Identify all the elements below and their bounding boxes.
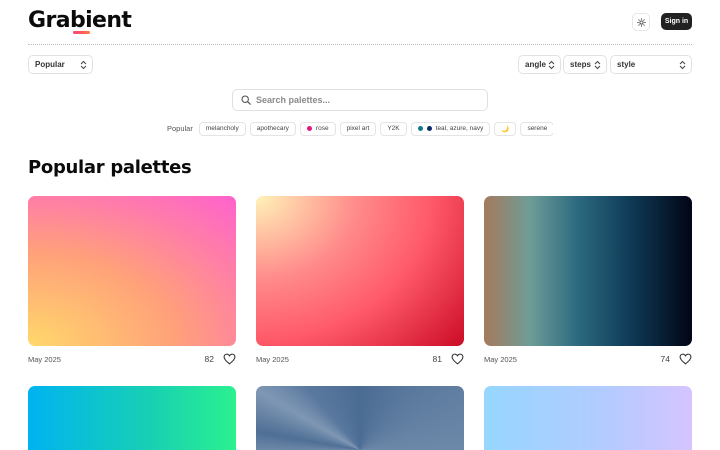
palette-gradient[interactable] xyxy=(484,386,692,450)
chevron-up-down-icon xyxy=(80,60,87,70)
palette-card[interactable] xyxy=(256,386,464,450)
tag-rose[interactable]: rose xyxy=(299,121,336,136)
sign-in-button[interactable]: Sign in xyxy=(661,13,692,30)
palette-card[interactable]: May 2025 82 xyxy=(28,196,236,367)
tag-y2k[interactable]: Y2K xyxy=(380,121,407,136)
steps-select-label: steps xyxy=(570,60,591,69)
palette-date: May 2025 xyxy=(484,355,517,364)
palette-gradient[interactable] xyxy=(484,196,692,346)
tag-serene[interactable]: serene xyxy=(520,121,553,136)
sort-select[interactable]: Popular xyxy=(28,55,93,74)
style-select-label: style xyxy=(617,60,636,69)
search-input[interactable] xyxy=(256,95,476,105)
chevron-up-down-icon xyxy=(679,60,686,70)
palette-gradient[interactable] xyxy=(256,386,464,450)
color-dot xyxy=(426,126,432,131)
palette-card[interactable]: May 2025 81 xyxy=(256,196,464,367)
top-bar: Grabient Sign in xyxy=(28,8,692,36)
logo[interactable]: Grabient xyxy=(28,8,132,33)
tag-melancholy[interactable]: melancholy xyxy=(198,121,246,136)
steps-select[interactable]: steps xyxy=(563,55,607,74)
header-divider xyxy=(28,44,692,45)
popular-tags-row: Popular melancholy apothecary rose pixel… xyxy=(167,121,553,136)
search-icon xyxy=(241,95,251,105)
like-count: 82 xyxy=(204,354,214,364)
palette-date: May 2025 xyxy=(256,355,289,364)
palette-meta: May 2025 82 xyxy=(28,353,236,367)
palette-gradient[interactable] xyxy=(28,196,236,346)
palette-date: May 2025 xyxy=(28,355,61,364)
chevron-up-down-icon xyxy=(548,60,555,70)
moon-icon: 🌙 xyxy=(501,125,510,133)
palette-gradient[interactable] xyxy=(256,196,464,346)
like-count: 74 xyxy=(660,354,670,364)
style-select[interactable]: style xyxy=(610,55,692,74)
color-dot xyxy=(417,126,423,131)
tags-label: Popular xyxy=(167,124,193,133)
tag-teal-azure-navy[interactable]: teal, azure, navy xyxy=(410,121,491,136)
color-dot xyxy=(306,126,312,131)
logo-accent-underline xyxy=(73,31,90,34)
angle-select[interactable]: angle xyxy=(518,55,561,74)
sort-select-value: Popular xyxy=(35,60,65,69)
search-box xyxy=(232,89,488,111)
like-count: 81 xyxy=(432,354,442,364)
palette-card[interactable] xyxy=(28,386,236,450)
palette-card[interactable]: May 2025 74 xyxy=(484,196,692,367)
palette-meta: May 2025 74 xyxy=(484,353,692,367)
tag-moon[interactable]: 🌙 xyxy=(494,121,517,136)
heart-icon[interactable] xyxy=(451,353,464,365)
palette-meta: May 2025 81 xyxy=(256,353,464,367)
heart-icon[interactable] xyxy=(223,353,236,365)
theme-toggle-button[interactable] xyxy=(632,13,650,31)
palette-card[interactable] xyxy=(484,386,692,450)
chevron-up-down-icon xyxy=(594,60,601,70)
tag-pixel-art[interactable]: pixel art xyxy=(339,121,377,136)
palette-gradient[interactable] xyxy=(28,386,236,450)
heart-icon[interactable] xyxy=(679,353,692,365)
sun-icon xyxy=(636,17,646,27)
tag-apothecary[interactable]: apothecary xyxy=(249,121,296,136)
angle-select-label: angle xyxy=(525,60,546,69)
page-title: Popular palettes xyxy=(28,157,192,178)
